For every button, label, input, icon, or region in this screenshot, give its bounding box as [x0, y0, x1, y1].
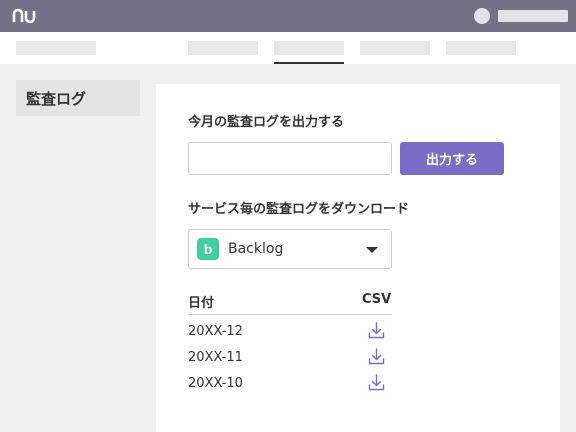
column-header-csv: CSV	[362, 292, 392, 307]
nav-tab-2-active[interactable]	[274, 41, 344, 55]
backlog-logo-icon: b	[197, 238, 219, 260]
service-selected-value: Backlog	[228, 241, 284, 257]
top-bar	[0, 0, 576, 32]
table-header-divider	[188, 314, 392, 315]
sidebar-item-label: 監査ログ	[26, 89, 87, 108]
table-row-date: 20XX-12	[188, 324, 243, 339]
nav-tab-1[interactable]	[188, 41, 258, 55]
nav-home-placeholder[interactable]	[16, 41, 96, 55]
svg-text:b: b	[204, 241, 213, 257]
month-input[interactable]	[188, 142, 392, 175]
download-icon[interactable]	[368, 322, 385, 339]
app: 監査ログ 今月の監査ログを出力する 出力する サービス毎の監査ログをダウンロード…	[0, 0, 576, 432]
service-select[interactable]: b Backlog	[188, 229, 392, 269]
table-row-date: 20XX-11	[188, 350, 243, 365]
nulab-logo[interactable]	[12, 8, 36, 24]
avatar[interactable]	[474, 8, 490, 24]
nav-bar	[0, 32, 576, 64]
table-row-date: 20XX-10	[188, 376, 243, 391]
sidebar-item-audit-log[interactable]: 監査ログ	[16, 80, 140, 116]
active-tab-indicator	[274, 62, 344, 64]
output-button-label: 出力する	[425, 153, 478, 168]
column-header-date: 日付	[188, 296, 215, 311]
service-download-title: サービス毎の監査ログをダウンロード	[188, 202, 410, 217]
chevron-down-icon	[366, 247, 378, 253]
output-button[interactable]: 出力する	[400, 142, 504, 175]
monthly-export-title: 今月の監査ログを出力する	[188, 115, 345, 130]
username-placeholder[interactable]	[498, 10, 568, 22]
download-icon[interactable]	[368, 348, 385, 365]
nav-tab-4[interactable]	[446, 41, 516, 55]
nav-tab-3[interactable]	[360, 41, 430, 55]
download-icon[interactable]	[368, 374, 385, 391]
